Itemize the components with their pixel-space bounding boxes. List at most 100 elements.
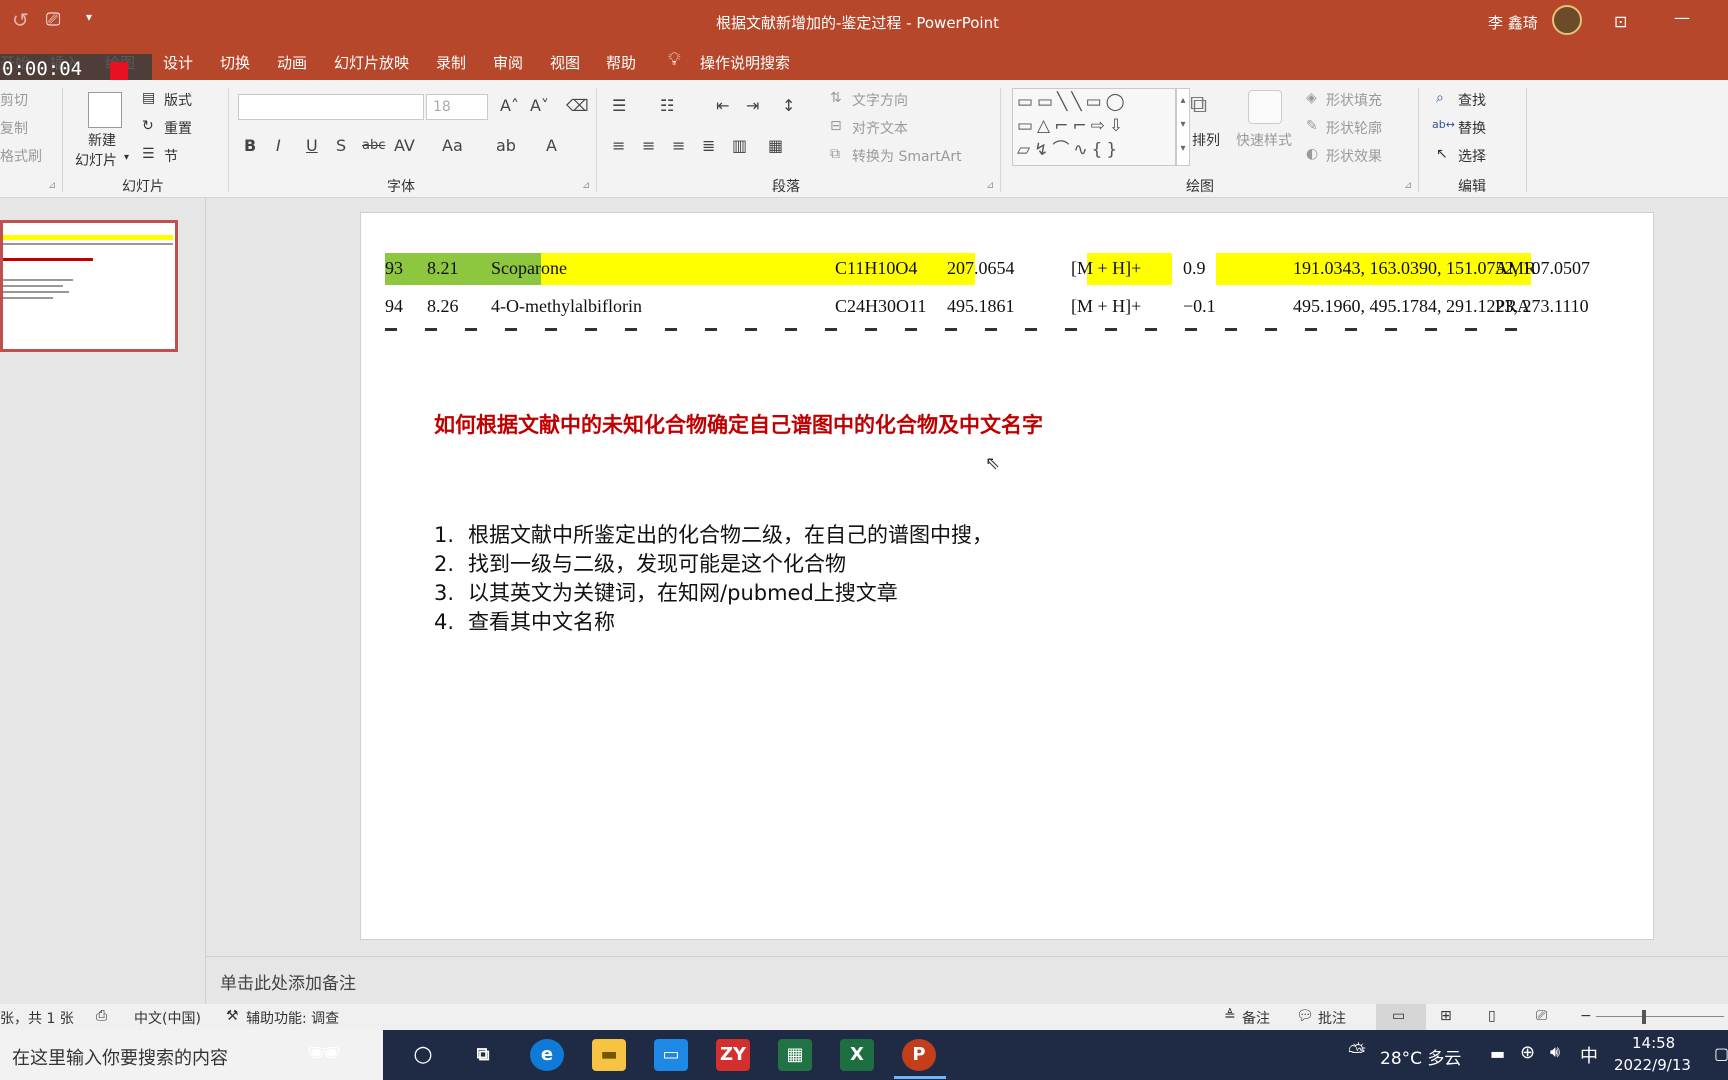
user-name[interactable]: 李 鑫琦 [1488, 12, 1538, 33]
slide-thumbnail-1[interactable] [0, 220, 178, 352]
calculator-app-icon[interactable]: ▦ [778, 1039, 812, 1071]
minimize-icon[interactable]: — [1674, 8, 1690, 27]
smartart-button[interactable]: 转换为 SmartArt [852, 146, 962, 166]
language-status[interactable]: 中文(中国) [134, 1008, 201, 1028]
tab-help[interactable]: 帮助 [606, 52, 636, 73]
slide-sorter-icon[interactable]: ⊞ [1440, 1008, 1452, 1024]
avatar[interactable] [1552, 5, 1582, 35]
tab-view[interactable]: 视图 [550, 52, 580, 73]
tab-transitions[interactable]: 切换 [220, 52, 250, 73]
highlight-icon[interactable]: ab [496, 136, 516, 155]
powerpoint-icon[interactable]: P [902, 1039, 936, 1071]
char-spacing-icon[interactable]: AV [394, 136, 415, 155]
reading-view-icon[interactable]: ▯ [1488, 1008, 1496, 1024]
align-text-button[interactable]: 对齐文本 [852, 118, 908, 138]
autosave-icon[interactable]: ↺ [12, 8, 29, 32]
tab-record[interactable]: 录制 [436, 52, 466, 73]
shape-effects-button[interactable]: 形状效果 [1326, 146, 1382, 166]
paragraph-launcher-icon[interactable]: ⊿ [986, 180, 994, 191]
font-size-box[interactable]: 18 [426, 94, 488, 120]
shapes-gallery-more[interactable]: ▴ ▾ ▾ [1176, 88, 1190, 166]
italic-icon[interactable]: I [276, 136, 281, 155]
find-button[interactable]: 查找 [1458, 90, 1486, 110]
customize-quick-access-icon[interactable]: ▾ [86, 10, 92, 24]
align-center-icon[interactable]: ≡ [642, 136, 655, 155]
comments-toggle-button[interactable]: 批注 [1318, 1008, 1346, 1028]
change-case-icon[interactable]: Aa [442, 136, 463, 155]
font-color-icon[interactable]: A [546, 136, 557, 155]
section-button[interactable]: 节 [164, 146, 178, 166]
select-button[interactable]: 选择 [1458, 146, 1486, 166]
zoom-slider[interactable] [1596, 1016, 1724, 1017]
numbering-icon[interactable]: ☷ [660, 96, 674, 115]
notes-placeholder[interactable]: 单击此处添加备注 [220, 969, 356, 994]
notes-toggle-button[interactable]: 备注 [1242, 1008, 1270, 1028]
file-explorer-icon[interactable]: ▬ [592, 1039, 626, 1071]
excel-icon[interactable]: X [840, 1039, 874, 1071]
notes-pane[interactable]: 单击此处添加备注 [206, 956, 1728, 1002]
spell-check-icon[interactable]: ⎙ [96, 1008, 107, 1024]
underline-icon[interactable]: U [306, 136, 318, 155]
grow-font-icon[interactable]: A˄ [500, 96, 519, 115]
font-name-box[interactable] [238, 94, 424, 120]
task-view-icon[interactable]: ⧉ [466, 1039, 500, 1071]
replace-button[interactable]: 替换 [1458, 118, 1486, 138]
slide-canvas[interactable]: 93 8.21 Scoparone C11H10O4 207.0654 [M +… [360, 212, 1654, 940]
arrange-button[interactable]: 排列 [1192, 130, 1220, 150]
cut-button[interactable]: 剪切 [0, 90, 28, 110]
arrange-icon[interactable]: ⧉ [1190, 90, 1224, 124]
present-icon[interactable]: ⎚ [46, 9, 60, 30]
chevron-down-icon[interactable]: ▾ [124, 152, 129, 163]
battery-icon[interactable]: ▬ [1490, 1044, 1505, 1063]
tab-review[interactable]: 审阅 [493, 52, 523, 73]
layout-button[interactable]: 版式 [164, 90, 192, 110]
bold-icon[interactable]: B [244, 136, 256, 155]
quick-styles-icon[interactable] [1248, 90, 1282, 124]
decrease-indent-icon[interactable]: ⇤ [716, 96, 729, 115]
tab-animations[interactable]: 动画 [277, 52, 307, 73]
network-icon[interactable]: ⊕ [1520, 1042, 1535, 1063]
clear-format-icon[interactable]: ⌫ [566, 96, 589, 115]
shape-fill-button[interactable]: 形状填充 [1326, 90, 1382, 110]
shape-outline-button[interactable]: 形状轮廓 [1326, 118, 1382, 138]
tab-slideshow[interactable]: 幻灯片放映 [334, 52, 409, 73]
ribbon-display-icon[interactable]: ⊡ [1614, 12, 1627, 31]
bullets-icon[interactable]: ☰ [612, 96, 626, 115]
text-direction-button[interactable]: 文字方向 [852, 90, 908, 110]
strikethrough-icon[interactable]: abc [362, 138, 385, 153]
ime-indicator[interactable]: 中 [1580, 1042, 1598, 1068]
shapes-gallery[interactable]: ▭▭╲╲▭◯ ▭△⌐⌐⇨⇩ ▱↯⌒∿{} [1012, 88, 1176, 166]
align-right-icon[interactable]: ≡ [672, 136, 685, 155]
remote-desktop-icon[interactable]: ▭ [654, 1039, 688, 1071]
accessibility-status[interactable]: 辅助功能: 调查 [246, 1008, 339, 1028]
clock-time[interactable]: 14:58 [1632, 1034, 1675, 1052]
edge-icon[interactable]: e [530, 1039, 564, 1071]
clock-date[interactable]: 2022/9/13 [1614, 1056, 1691, 1074]
tell-me-search[interactable]: 操作说明搜索 [700, 52, 790, 73]
line-spacing-icon[interactable]: ↕ [782, 96, 795, 115]
format-painter-button[interactable]: 格式刷 [0, 146, 42, 166]
notification-icon[interactable]: ▢ [1714, 1044, 1728, 1063]
zy-app-icon[interactable]: ZY [716, 1039, 750, 1071]
volume-icon[interactable]: 🔊︎ [1550, 1042, 1560, 1062]
drawing-launcher-icon[interactable]: ⊿ [1404, 180, 1412, 191]
zoom-out-icon[interactable]: − [1580, 1008, 1592, 1024]
new-slide-icon[interactable] [88, 92, 122, 128]
clipboard-launcher-icon[interactable]: ⊿ [48, 180, 56, 191]
shadow-icon[interactable]: S [336, 136, 346, 155]
slideshow-icon[interactable]: ⎚ [1536, 1008, 1547, 1024]
new-slide-label-1[interactable]: 新建 [88, 130, 116, 150]
distributed-icon[interactable]: ▥ [732, 136, 747, 155]
increase-indent-icon[interactable]: ⇥ [746, 96, 759, 115]
align-left-icon[interactable]: ≡ [612, 136, 625, 155]
font-launcher-icon[interactable]: ⊿ [582, 180, 590, 191]
weather-text[interactable]: 28°C 多云 [1380, 1044, 1461, 1069]
stop-record-button[interactable] [110, 62, 128, 80]
new-slide-label-2[interactable]: 幻灯片 [75, 150, 117, 170]
zoom-slider-thumb[interactable] [1642, 1010, 1646, 1024]
copy-button[interactable]: 复制 [0, 118, 28, 138]
tab-design[interactable]: 设计 [163, 52, 193, 73]
justify-icon[interactable]: ≣ [702, 136, 715, 155]
quick-styles-button[interactable]: 快速样式 [1236, 130, 1292, 150]
columns-icon[interactable]: ▦ [768, 136, 783, 155]
